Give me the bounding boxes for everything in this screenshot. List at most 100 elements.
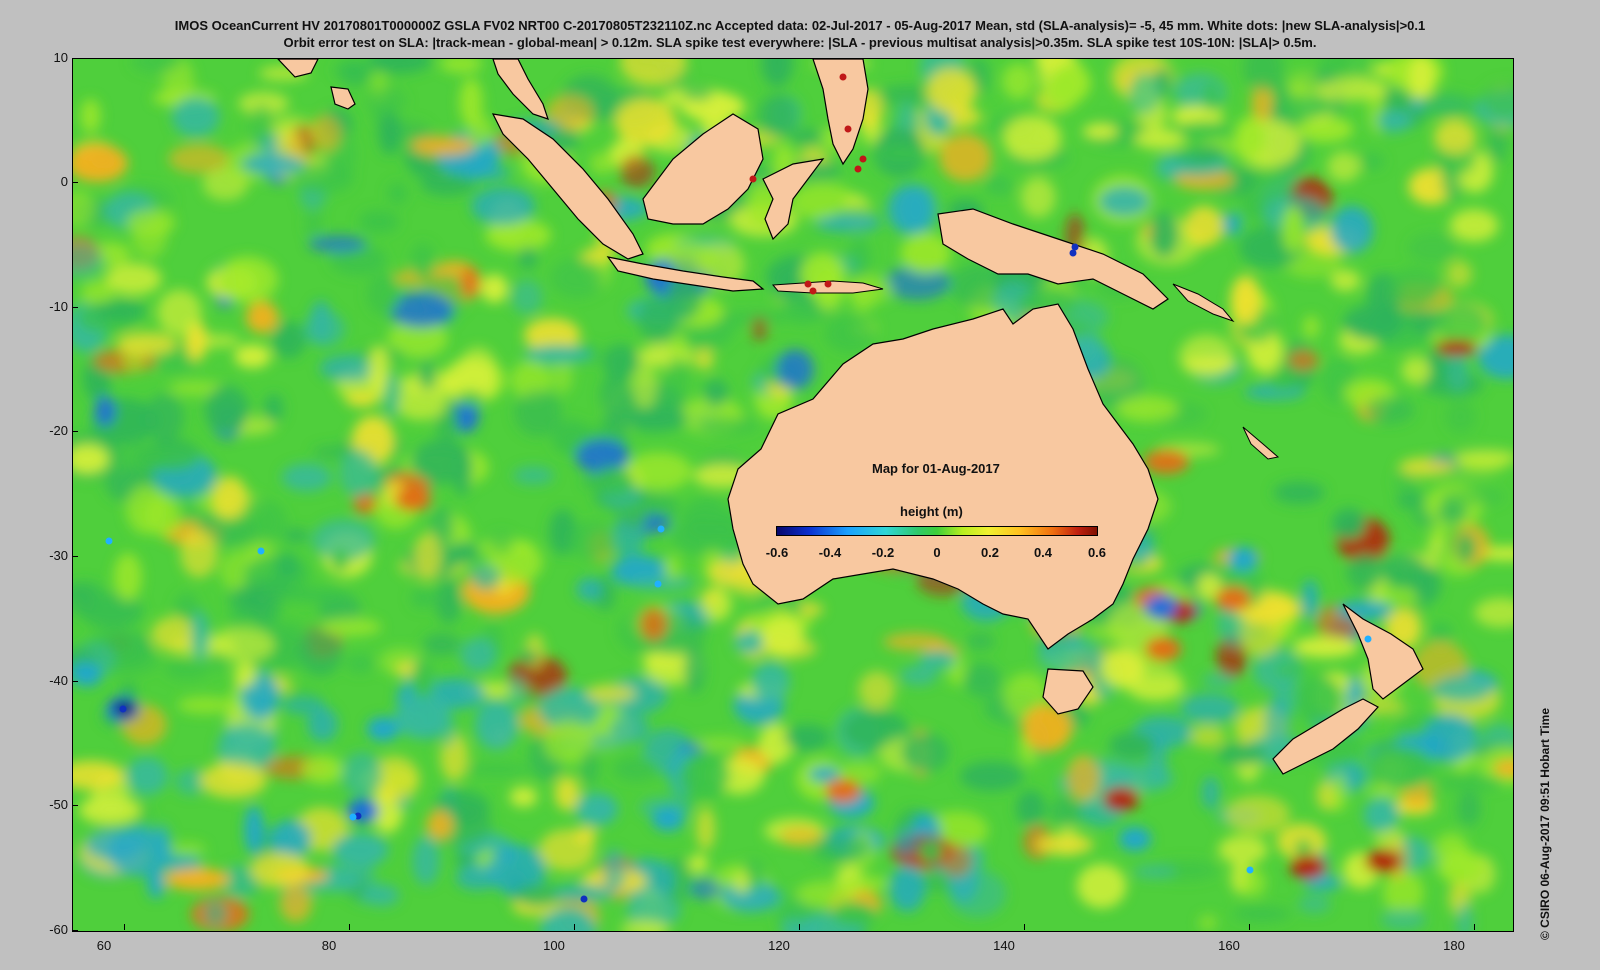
lat-tick-mark [72, 307, 78, 308]
colorbar-tick: 0.6 [1087, 545, 1107, 560]
sla-anomaly-blob [283, 528, 309, 544]
sla-anomaly-blob [271, 321, 306, 359]
sla-anomaly-blob [580, 749, 600, 786]
map-date-label: Map for 01-Aug-2017 [872, 461, 1000, 476]
sla-anomaly-blob [824, 314, 875, 353]
sla-anomaly-blob [815, 214, 882, 233]
sla-anomaly-blob [94, 396, 116, 427]
sla-anomaly-blob [1016, 789, 1046, 828]
sla-low-spot [1145, 595, 1177, 619]
colorbar-tick: 0.2 [980, 545, 1000, 560]
sla-anomaly-blob [1087, 622, 1131, 641]
flagged-data-point [804, 280, 812, 288]
sla-anomaly-blob [244, 805, 264, 855]
sla-anomaly-blob [1382, 870, 1424, 915]
sla-anomaly-blob [412, 835, 440, 886]
sla-anomaly-blob [1330, 269, 1361, 292]
sla-anomaly-blob [269, 819, 312, 859]
sla-anomaly-blob [1430, 676, 1493, 703]
sla-anomaly-blob [157, 289, 202, 336]
sla-anomaly-blob [164, 867, 230, 891]
sla-anomaly-blob [682, 86, 713, 102]
lat-tick-label: -10 [49, 299, 68, 314]
sla-anomaly-blob [683, 646, 706, 694]
sla-anomaly-blob [480, 274, 508, 303]
sla-anomaly-blob [1239, 612, 1282, 657]
lat-tick-mark [72, 930, 78, 931]
sla-anomaly-blob [447, 541, 479, 565]
sla-anomaly-blob [1179, 334, 1234, 379]
sla-anomaly-blob [1342, 304, 1405, 341]
sla-anomaly-blob [789, 128, 824, 146]
sla-anomaly-blob [520, 648, 539, 665]
sla-anomaly-blob [1327, 151, 1361, 182]
sla-anomaly-blob [304, 311, 346, 347]
sla-anomaly-blob [574, 792, 619, 826]
sla-anomaly-blob [1437, 774, 1504, 792]
title-line-2: Orbit error test on SLA: |track-mean - g… [283, 35, 1317, 50]
sla-anomaly-blob [1293, 636, 1358, 658]
flagged-data-point [809, 287, 817, 295]
sla-anomaly-blob [206, 651, 230, 672]
flagged-data-point [1069, 249, 1077, 257]
sla-anomaly-blob [275, 552, 300, 580]
sla-anomaly-blob [331, 59, 371, 81]
sla-anomaly-blob [309, 115, 342, 152]
sla-anomaly-blob [1002, 63, 1035, 100]
sla-anomaly-blob [125, 757, 169, 796]
title-line-1: IMOS OceanCurrent HV 20170801T000000Z GS… [174, 18, 1426, 33]
flagged-data-point [1246, 866, 1254, 874]
sla-anomaly-blob [126, 209, 176, 237]
sla-anomaly-blob [346, 654, 374, 674]
sla-anomaly-blob [1201, 776, 1220, 810]
sla-anomaly-blob [331, 548, 349, 573]
sla-anomaly-blob [619, 502, 648, 532]
sla-anomaly-blob [202, 898, 228, 928]
sla-anomaly-blob [245, 301, 279, 334]
sla-anomaly-blob [366, 273, 401, 316]
sla-anomaly-blob [410, 242, 436, 282]
sla-anomaly-blob [169, 841, 207, 857]
sla-anomaly-blob [695, 416, 759, 435]
sla-anomaly-blob [464, 761, 531, 777]
sla-anomaly-blob [411, 439, 472, 484]
sla-anomaly-blob [966, 632, 995, 651]
sla-anomaly-blob [1376, 110, 1413, 130]
sla-anomaly-blob [168, 143, 230, 174]
sla-anomaly-blob [811, 834, 868, 863]
sla-anomaly-blob [1273, 481, 1325, 505]
sla-high-spot [1145, 637, 1181, 661]
sla-anomaly-blob [926, 67, 976, 115]
sla-anomaly-blob [893, 828, 917, 857]
sla-anomaly-blob [145, 494, 181, 537]
sla-anomaly-blob [387, 182, 408, 205]
sla-anomaly-blob [234, 661, 257, 687]
sla-anomaly-blob [470, 564, 501, 590]
sla-anomaly-blob [211, 476, 248, 520]
sla-anomaly-blob [331, 832, 389, 868]
sla-anomaly-blob [514, 389, 562, 437]
sla-map-canvas [73, 59, 1513, 931]
flagged-data-point [349, 813, 357, 821]
sla-anomaly-blob [602, 343, 639, 380]
sla-anomaly-blob [378, 112, 402, 156]
sla-anomaly-blob [1319, 77, 1388, 101]
flagged-data-point [854, 165, 862, 173]
sla-anomaly-blob [513, 466, 554, 485]
sla-anomaly-blob [1446, 260, 1473, 288]
sla-anomaly-blob [1218, 835, 1268, 865]
sla-anomaly-blob [985, 174, 1013, 197]
sla-anomaly-blob [639, 607, 668, 642]
sla-anomaly-blob [1066, 754, 1101, 801]
sla-anomaly-blob [887, 184, 933, 235]
sla-map[interactable] [72, 58, 1514, 932]
sla-anomaly-blob [136, 445, 201, 472]
flagged-data-point [580, 895, 588, 903]
sla-anomaly-blob [177, 696, 233, 715]
sla-anomaly-blob [394, 695, 451, 739]
sla-anomaly-blob [413, 533, 442, 581]
sla-anomaly-blob [1076, 863, 1127, 909]
sla-anomaly-blob [1108, 731, 1157, 760]
sla-anomaly-blob [689, 878, 722, 900]
sla-anomaly-blob [113, 552, 142, 601]
